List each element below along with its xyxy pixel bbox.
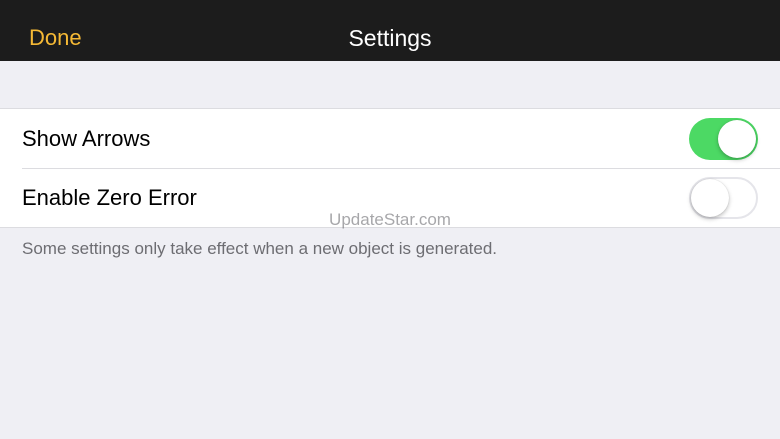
settings-group: Show Arrows Enable Zero Error (0, 108, 780, 228)
navigation-bar: Done Settings (0, 0, 780, 61)
page-title: Settings (348, 25, 432, 51)
show-arrows-label: Show Arrows (22, 125, 151, 151)
show-arrows-toggle[interactable] (689, 117, 758, 160)
settings-footer-note: Some settings only take effect when a ne… (22, 239, 498, 258)
enable-zero-error-label: Enable Zero Error (22, 184, 197, 210)
settings-row-enable-zero-error: Enable Zero Error (0, 168, 780, 227)
settings-row-show-arrows: Show Arrows (0, 109, 780, 168)
toggle-knob (718, 119, 756, 158)
done-button[interactable]: Done (29, 0, 82, 61)
enable-zero-error-toggle[interactable] (689, 176, 758, 219)
toggle-knob (691, 178, 729, 217)
